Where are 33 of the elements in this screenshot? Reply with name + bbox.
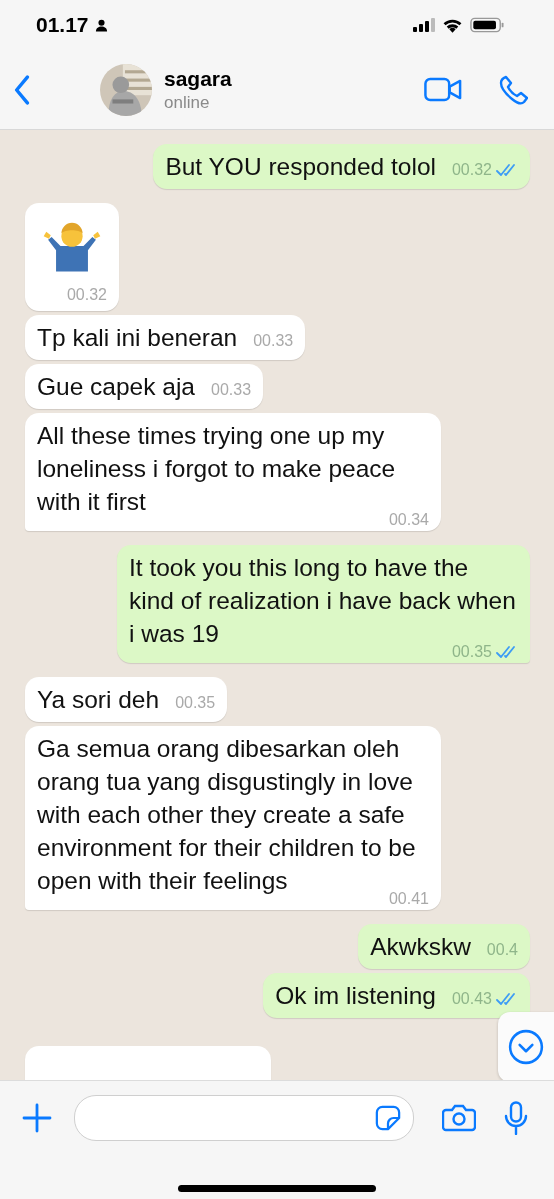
message-time: 00.4 — [486, 940, 518, 960]
message-input-field[interactable] — [74, 1095, 414, 1141]
message-time: 00.32 — [66, 285, 107, 305]
back-icon[interactable] — [12, 74, 32, 105]
contact-status: online — [164, 92, 211, 113]
message-time: 00.43 — [451, 989, 492, 1009]
message-text: Ya sori deh — [37, 686, 160, 713]
contact-name[interactable]: sagara — [164, 66, 424, 91]
chevron-down-icon — [508, 1029, 544, 1065]
message-time: 00.34 — [388, 512, 429, 528]
scroll-down-button[interactable] — [498, 1012, 554, 1080]
video-call-icon[interactable] — [424, 77, 462, 102]
sticker-icon[interactable] — [375, 1105, 401, 1131]
message-text: Ok im listening — [275, 982, 436, 1009]
plus-icon[interactable] — [22, 1103, 52, 1133]
signal-icon — [413, 18, 435, 32]
person-icon — [94, 18, 108, 32]
camera-icon[interactable] — [442, 1104, 476, 1132]
battery-icon — [470, 17, 504, 33]
message-time: 00.35 — [451, 644, 492, 660]
message-text: But YOU responded tolol — [165, 153, 436, 180]
microphone-icon[interactable] — [504, 1101, 528, 1135]
message-time: 00.33 — [253, 331, 294, 351]
message-text: Gue capek aja — [37, 373, 195, 400]
phone-call-icon[interactable] — [498, 74, 528, 105]
message-text: Tp kali ini beneran — [37, 324, 238, 351]
wifi-icon — [442, 17, 463, 33]
status-time: 01.17 — [36, 13, 89, 37]
message-time: 00.35 — [175, 693, 216, 713]
message-time: 00.32 — [451, 160, 492, 180]
message-time: 00.33 — [211, 380, 252, 400]
message-time: 00.41 — [388, 891, 429, 907]
message-text: Akwkskw — [370, 933, 471, 960]
